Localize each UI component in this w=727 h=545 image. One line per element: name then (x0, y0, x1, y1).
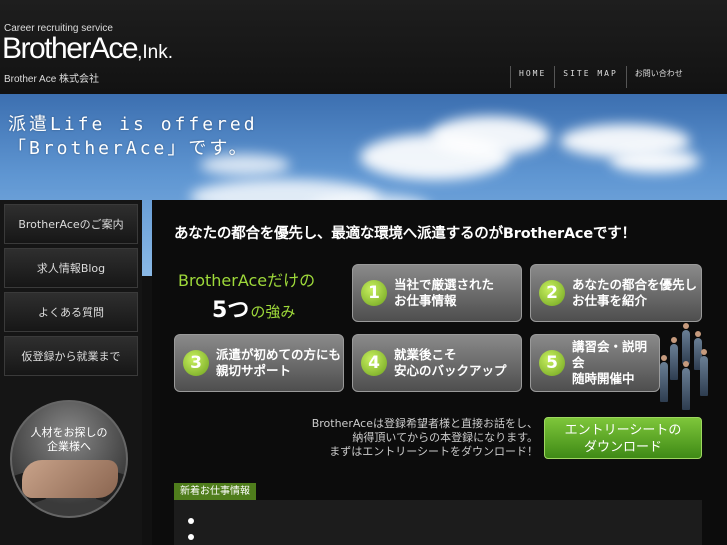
strength-card-4[interactable]: 4 就業後こそ 安心のバックアップ (352, 334, 522, 392)
number-badge-icon: 1 (361, 280, 387, 306)
card-line: お仕事を紹介 (572, 293, 648, 308)
card-line: 派遣が初めての方にも (216, 347, 342, 362)
card-line: 当社で厳選された (394, 277, 495, 292)
strength-card-text: 派遣が初めての方にも 親切サポート (216, 347, 341, 379)
site-logo[interactable]: BrotherAce,Ink. (2, 32, 173, 70)
corporate-link-circle[interactable]: 人材をお探しの 企業様へ (10, 400, 128, 518)
sidebar-item-about[interactable]: BrotherAceのご案内 (4, 204, 138, 244)
strength-number: 5つ (212, 298, 250, 323)
number-badge-icon: 3 (183, 350, 209, 376)
number-badge-icon: 2 (539, 280, 565, 306)
corporate-link-text: 人材をお探しの 企業様へ (12, 426, 126, 454)
person-figure (682, 323, 690, 364)
logo-ink: ,Ink. (137, 42, 173, 63)
corporate-link-line-2: 企業様へ (47, 440, 91, 453)
sidebar-item-label: よくある質問 (38, 306, 104, 319)
strength-card-text: 当社で厳選された お仕事情報 (394, 277, 494, 309)
company-name: Brother Ace 株式会社 (4, 74, 100, 85)
card-line: 随時開催中 (572, 371, 635, 386)
news-list (174, 500, 702, 545)
logo-main: BrotherAce (2, 32, 139, 65)
sidebar-item-faq[interactable]: よくある質問 (4, 292, 138, 332)
strength-card-2[interactable]: 2 あなたの都合を優先し お仕事を紹介 (530, 264, 702, 322)
entry-button-line: ダウンロード (583, 440, 662, 455)
sidebar-item-blog[interactable]: 求人情報Blog (4, 248, 138, 288)
bullet-icon (188, 534, 194, 540)
number-badge-icon: 4 (361, 350, 387, 376)
strength-subtitle: 5つの強み (212, 292, 295, 324)
cloud-shape (610, 149, 700, 173)
site-header: Career recruiting service BrotherAce,Ink… (0, 0, 727, 94)
card-line: 安心のバックアップ (394, 363, 507, 378)
card-line: 就業後こそ (394, 347, 457, 362)
strength-title: BrotherAceだけの (178, 271, 316, 290)
strength-card-text: 就業後こそ 安心のバックアップ (394, 347, 507, 379)
nav-home[interactable]: HOME (510, 66, 554, 88)
bullet-icon (188, 518, 194, 524)
handshake-icon (22, 460, 118, 498)
main-content: あなたの都合を優先し、最適な環境へ派遣するのがBrotherAceです！ Bro… (152, 200, 727, 545)
entry-line: BrotherAceは登録希望者様と直接お話をし、 (311, 417, 538, 430)
number-badge-icon: 5 (539, 350, 565, 376)
card-line: 講習会・説明会 (572, 339, 648, 370)
hero-line-1: 派遣Life is offered (8, 114, 258, 135)
top-nav: HOME SITE MAP お問い合わせ (510, 66, 691, 88)
entry-button-line: エントリーシートの (564, 423, 682, 438)
card-line: お仕事情報 (394, 293, 457, 308)
page-headline: あなたの都合を優先し、最適な環境へ派遣するのがBrotherAceです！ (174, 226, 636, 242)
sidebar-item-registration[interactable]: 仮登録から就業まで (4, 336, 138, 376)
strength-card-text: 講習会・説明会 随時開催中 (572, 339, 659, 387)
person-figure (670, 337, 678, 380)
person-figure (700, 349, 708, 396)
cloud-shape (430, 116, 550, 156)
entry-sheet-download-button[interactable]: エントリーシートの ダウンロード (544, 417, 702, 459)
entry-description: BrotherAceは登録希望者様と直接お話をし、 納得頂いてからの本登録になり… (292, 417, 538, 459)
entry-line: まずはエントリーシートをダウンロード！ (329, 445, 538, 458)
news-section-label: 新着お仕事情報 (174, 483, 256, 500)
sidebar-item-label: 求人情報Blog (36, 262, 106, 275)
person-figure (682, 361, 690, 410)
corporate-link-line-1: 人材をお探しの (30, 426, 108, 439)
strength-card-text: あなたの都合を優先し お仕事を紹介 (572, 277, 697, 309)
strength-card-3[interactable]: 3 派遣が初めての方にも 親切サポート (174, 334, 344, 392)
card-line: 親切サポート (216, 363, 292, 378)
strength-card-1[interactable]: 1 当社で厳選された お仕事情報 (352, 264, 522, 322)
strength-suffix: の強み (250, 303, 296, 321)
nav-site-map[interactable]: SITE MAP (554, 66, 626, 88)
person-figure (660, 355, 668, 402)
nav-contact[interactable]: お問い合わせ (625, 66, 691, 88)
sidebar-item-label: 仮登録から就業まで (21, 350, 121, 363)
entry-line: 納得頂いてからの本登録になります。 (352, 431, 538, 444)
strength-card-5[interactable]: 5 講習会・説明会 随時開催中 (530, 334, 660, 392)
card-line: あなたの都合を優先し (572, 277, 698, 292)
hero-line-2: 「BrotherAce」です。 (8, 138, 250, 159)
sidebar-item-label: BrotherAceのご案内 (18, 218, 124, 231)
business-people-illustration (652, 320, 712, 410)
